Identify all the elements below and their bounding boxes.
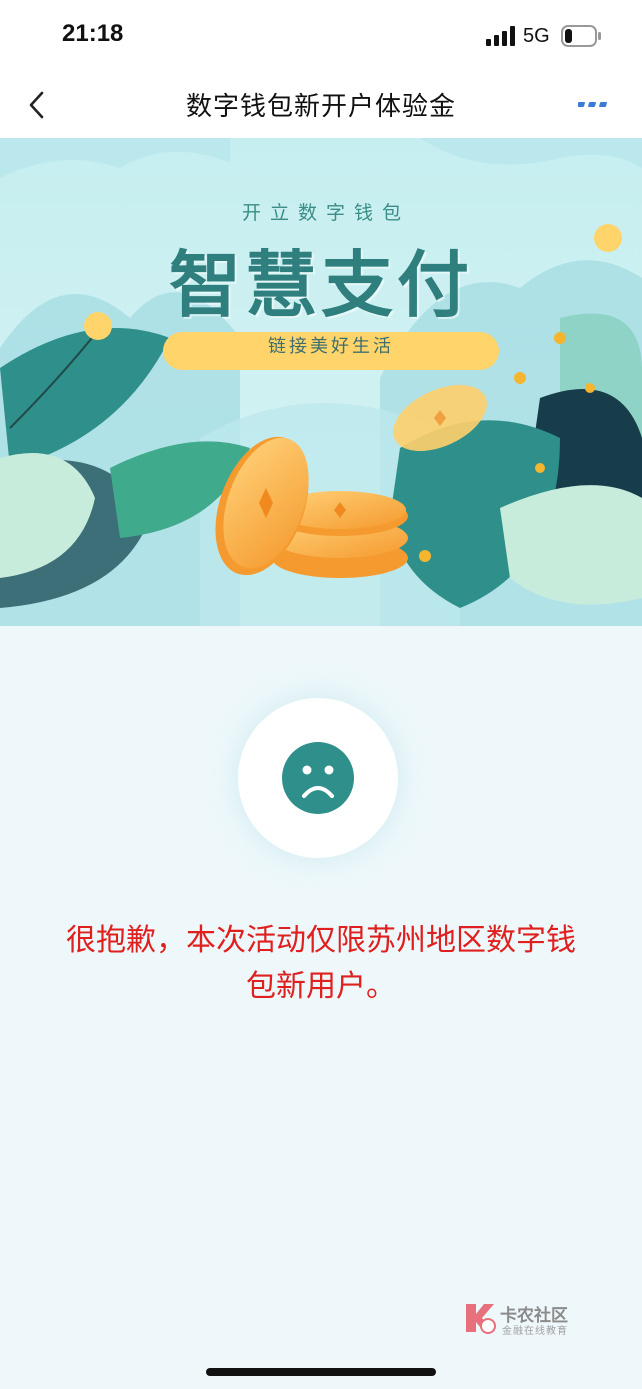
banner-subtitle: 开立数字钱包 [241,202,410,224]
banner-title: 智慧支付 [168,243,473,327]
signal-strength-icon [486,26,515,46]
sad-face-icon [282,742,354,814]
result-icon-container [238,698,398,858]
page-title: 数字钱包新开户体验金 [185,92,456,122]
status-time: 21:18 [62,20,124,47]
watermark-subtitle: 金融在线教育 [502,1326,568,1337]
battery-icon [561,25,601,47]
banner-tagline: 链接美好生活 [163,332,499,370]
kanong-logo-icon [466,1304,496,1334]
nav-bar: 数字钱包新开户体验金 [0,72,642,138]
more-dots-icon[interactable] [578,99,610,111]
network-type: 5G [523,25,550,47]
home-indicator[interactable] [206,1368,436,1376]
status-bar: 21:18 5G [0,0,642,72]
promo-banner: 开立数字钱包 智慧支付 链接美好生活 [0,138,642,626]
watermark: 卡农社区 金融在线教育 [462,1300,592,1340]
error-message: 很抱歉，本次活动仅限苏州地区数字钱包新用户。 [66,923,576,1004]
